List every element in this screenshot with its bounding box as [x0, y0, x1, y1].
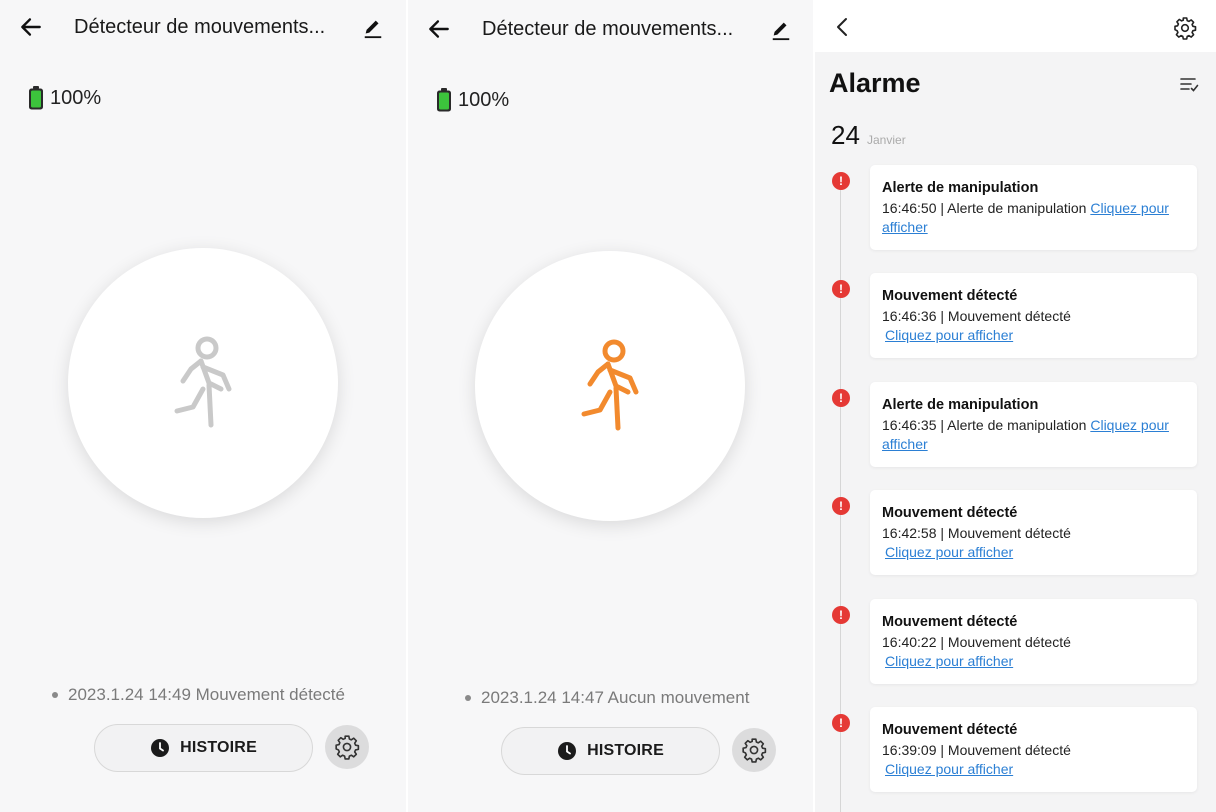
event-title: Alerte de manipulation: [882, 180, 1039, 196]
alarm-topbar: [815, 0, 1216, 52]
battery-level: 100%: [458, 88, 510, 111]
alert-exclamation-icon: !: [832, 714, 850, 732]
gear-icon: [742, 738, 767, 763]
status-dot: [465, 695, 471, 701]
date-month: Janvier: [867, 133, 906, 147]
event-detail: 16:46:35 | Alerte de manipulation Clique…: [882, 416, 1185, 454]
event-card[interactable]: Mouvement détecté 16:42:58 | Mouvement d…: [870, 490, 1197, 575]
event-time-detail: 16:39:09 | Mouvement détecté: [882, 742, 1071, 758]
gear-icon: [335, 735, 360, 760]
event-detail: 16:39:09 | Mouvement détecté Cliquez pour…: [882, 741, 1185, 779]
event-time-detail: 16:40:22 | Mouvement détecté: [882, 634, 1071, 650]
view-link[interactable]: Cliquez pour afficher: [885, 543, 1185, 562]
battery-icon: [29, 86, 43, 110]
history-button[interactable]: HISTOIRE: [94, 724, 313, 772]
gear-icon[interactable]: [1173, 16, 1197, 40]
battery-icon: [437, 88, 451, 112]
event-card[interactable]: Alerte de manipulation 16:46:50 | Alerte…: [870, 165, 1197, 250]
alert-exclamation-icon: !: [832, 172, 850, 190]
clock-icon: [558, 742, 577, 760]
event-detail: 16:40:22 | Mouvement détecté Cliquez pour…: [882, 633, 1185, 671]
battery-level: 100%: [50, 86, 102, 109]
filter-list-icon[interactable]: [1179, 76, 1199, 94]
motion-status-circle: [68, 248, 338, 518]
event-card[interactable]: Mouvement détecté 16:40:22 | Mouvement d…: [870, 599, 1197, 684]
back-arrow-icon[interactable]: [18, 14, 44, 40]
event-title: Mouvement détecté: [882, 722, 1018, 738]
last-event-status: 2023.1.24 14:49 Mouvement détecté: [52, 685, 345, 705]
page-title: Détecteur de mouvements...: [482, 18, 734, 40]
motion-status-circle: [475, 251, 745, 521]
settings-button[interactable]: [325, 725, 369, 769]
history-label: HISTOIRE: [180, 739, 257, 756]
device-panel-idle: Détecteur de mouvements... 100% 2023.1.2…: [0, 0, 406, 812]
chevron-left-icon[interactable]: [833, 16, 853, 38]
device-panel-active: Détecteur de mouvements... 100% 2023.1.2…: [408, 0, 813, 812]
battery-indicator: 100%: [28, 85, 101, 111]
event-detail: 16:42:58 | Mouvement détecté Cliquez pour…: [882, 524, 1185, 562]
event-title: Mouvement détecté: [882, 614, 1018, 630]
panel-header: Détecteur de mouvements...: [0, 0, 406, 56]
event-detail: 16:46:36 | Mouvement détecté Cliquez pour…: [882, 307, 1185, 345]
edit-pencil-icon[interactable]: [362, 17, 384, 39]
alarm-panel: Alarme 24 Janvier ! Alerte de manipulati…: [815, 0, 1216, 812]
view-link[interactable]: Cliquez pour afficher: [885, 326, 1185, 345]
status-text: 2023.1.24 14:47 Aucun mouvement: [481, 688, 750, 707]
view-link[interactable]: Cliquez pour afficher: [885, 652, 1185, 671]
page-title: Détecteur de mouvements...: [74, 16, 326, 38]
event-title: Mouvement détecté: [882, 505, 1018, 521]
status-text: 2023.1.24 14:49 Mouvement détecté: [68, 685, 345, 704]
history-label: HISTOIRE: [587, 742, 664, 759]
back-arrow-icon[interactable]: [426, 16, 452, 42]
running-person-icon: [174, 336, 232, 428]
event-title: Alerte de manipulation: [882, 397, 1039, 413]
status-dot: [52, 692, 58, 698]
event-time-detail: 16:46:36 | Mouvement détecté: [882, 308, 1071, 324]
event-title: Mouvement détecté: [882, 288, 1018, 304]
date-day: 24: [831, 120, 860, 150]
settings-button[interactable]: [732, 728, 776, 772]
event-card[interactable]: Alerte de manipulation 16:46:35 | Alerte…: [870, 382, 1197, 467]
alert-exclamation-icon: !: [832, 606, 850, 624]
event-detail: 16:46:50 | Alerte de manipulation Clique…: [882, 199, 1185, 237]
alarm-title: Alarme: [829, 68, 921, 98]
running-person-icon: [581, 339, 639, 431]
event-card[interactable]: Mouvement détecté 16:39:09 | Mouvement d…: [870, 707, 1197, 792]
panel-header: Détecteur de mouvements...: [408, 0, 813, 56]
alert-exclamation-icon: !: [832, 389, 850, 407]
event-card[interactable]: Mouvement détecté 16:46:36 | Mouvement d…: [870, 273, 1197, 358]
event-time-detail: 16:42:58 | Mouvement détecté: [882, 525, 1071, 541]
battery-indicator: 100%: [436, 87, 509, 113]
clock-icon: [151, 739, 170, 757]
alert-exclamation-icon: !: [832, 280, 850, 298]
edit-pencil-icon[interactable]: [770, 19, 792, 41]
event-time-detail: 16:46:50 | Alerte de manipulation: [882, 200, 1087, 216]
history-button[interactable]: HISTOIRE: [501, 727, 720, 775]
event-time-detail: 16:46:35 | Alerte de manipulation: [882, 417, 1087, 433]
alert-exclamation-icon: !: [832, 497, 850, 515]
last-event-status: 2023.1.24 14:47 Aucun mouvement: [465, 688, 749, 708]
view-link[interactable]: Cliquez pour afficher: [885, 760, 1185, 779]
